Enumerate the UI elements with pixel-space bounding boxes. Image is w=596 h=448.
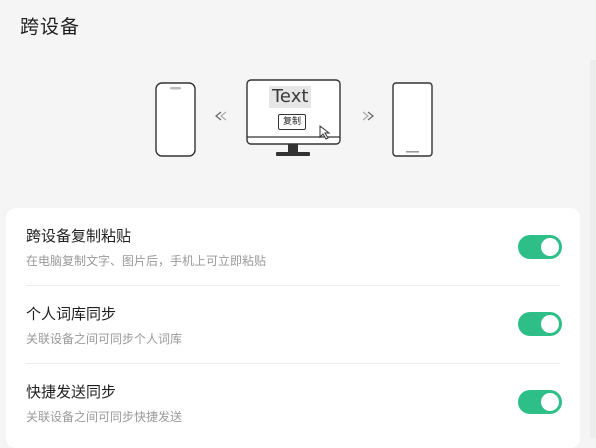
setting-title: 个人词库同步 bbox=[26, 305, 117, 323]
toggle-knob bbox=[541, 315, 559, 333]
monitor-sample-text: Text bbox=[269, 86, 312, 108]
dictionary-sync-toggle[interactable] bbox=[518, 312, 562, 336]
toggle-knob bbox=[541, 393, 559, 411]
setting-row-dictionary: 个人词库同步 关联设备之间可同步个人词库 bbox=[6, 286, 580, 364]
chevron-right-icon bbox=[362, 111, 374, 121]
quick-send-sync-toggle[interactable] bbox=[518, 390, 562, 414]
chevron-left-icon bbox=[215, 111, 227, 121]
left-phone-icon bbox=[155, 82, 196, 157]
setting-description: 关联设备之间可同步快捷发送 bbox=[26, 410, 183, 424]
settings-card: 跨设备复制粘贴 在电脑复制文字、图片后，手机上可立即粘贴 个人词库同步 关联设备… bbox=[6, 208, 580, 448]
cross-device-illustration: Text 复制 bbox=[150, 76, 440, 166]
setting-title: 跨设备复制粘贴 bbox=[26, 227, 132, 245]
setting-row-quick-send: 快捷发送同步 关联设备之间可同步快捷发送 bbox=[6, 364, 580, 442]
setting-description: 在电脑复制文字、图片后，手机上可立即粘贴 bbox=[26, 254, 267, 268]
setting-description: 关联设备之间可同步个人词库 bbox=[26, 332, 183, 346]
toggle-knob bbox=[541, 238, 559, 256]
setting-title: 快捷发送同步 bbox=[26, 383, 117, 401]
monitor-copy-label: 复制 bbox=[278, 114, 307, 130]
page-title: 跨设备 bbox=[20, 16, 81, 38]
clipboard-sync-toggle[interactable] bbox=[518, 235, 562, 259]
setting-row-clipboard: 跨设备复制粘贴 在电脑复制文字、图片后，手机上可立即粘贴 bbox=[6, 208, 580, 286]
scrollbar[interactable] bbox=[590, 60, 596, 438]
right-phone-icon bbox=[392, 82, 433, 157]
